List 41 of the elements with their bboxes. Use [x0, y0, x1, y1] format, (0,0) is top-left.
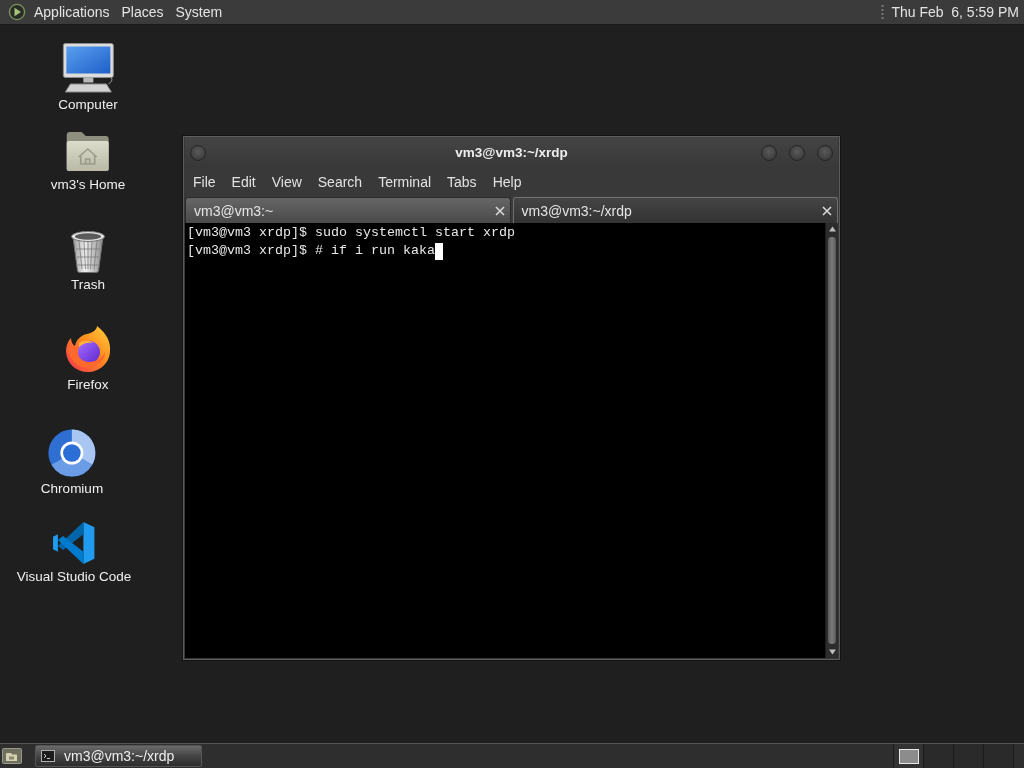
desktop-shortcut[interactable]: Computer [58, 43, 118, 113]
scrollbar[interactable] [825, 223, 838, 658]
trash-bin-icon[interactable] [69, 229, 107, 273]
tab[interactable]: vm3@vm3:~/xrdp [512, 197, 838, 223]
terminal-line: [vm3@vm3 xrdp]$ # if i run kaka [187, 242, 435, 260]
desktop-shortcut[interactable]: Visual Studio Code [16, 521, 132, 585]
panel-menu[interactable]: System [169, 1, 229, 23]
desktop-shortcut[interactable]: Firefox [64, 325, 112, 393]
taskbar-button[interactable]: vm3@vm3:~/xrdp [35, 745, 202, 767]
scroll-up-arrow-icon[interactable] [826, 224, 838, 234]
menu-item[interactable]: Tabs [439, 170, 485, 194]
window-preview-icon [898, 748, 919, 764]
home-folder-icon[interactable] [65, 129, 111, 173]
computer-icon[interactable] [61, 43, 115, 93]
workspace-button[interactable] [894, 744, 924, 768]
fox-globe-icon[interactable] [64, 325, 112, 373]
chevron-logo-icon[interactable] [52, 521, 96, 565]
menu-item[interactable]: Search [309, 170, 371, 194]
terminal-screen[interactable]: [vm3@vm3 xrdp]$ sudo systemctl start xrdp [vm3@vm3 xrdp]$ # if i run kaka [185, 223, 825, 658]
terminal-icon [41, 750, 55, 762]
panel-menu[interactable]: Applications [28, 1, 116, 23]
show-desktop-icon[interactable] [2, 747, 22, 765]
panel-menu[interactable]: Places [115, 1, 170, 23]
panel-clock[interactable]: Thu Feb 6, 5:59 PM [891, 4, 1019, 20]
scrollbar-thumb[interactable] [827, 236, 837, 645]
terminal-line: [vm3@vm3 xrdp]$ sudo systemctl start xrdp [187, 224, 515, 242]
panel-grip-icon[interactable] [881, 4, 885, 20]
menu-item[interactable]: View [263, 170, 310, 194]
close-icon[interactable] [494, 205, 505, 216]
tab[interactable]: vm3@vm3:~ [185, 197, 511, 223]
desktop-shortcut[interactable]: vm3's Home [50, 129, 126, 193]
ring-logo-icon[interactable] [48, 429, 96, 477]
play-circle-icon[interactable] [8, 3, 26, 21]
menu-item[interactable]: Terminal [370, 170, 440, 194]
menu-item[interactable]: Help [484, 170, 530, 194]
desktop-shortcut[interactable]: Chromium [40, 429, 104, 497]
window-title: vm3@vm3:~/xrdp [455, 145, 568, 160]
close-icon[interactable] [822, 205, 832, 216]
desktop-shortcut[interactable]: Trash [69, 229, 107, 293]
menu-item[interactable]: File [185, 170, 224, 194]
menu-item[interactable]: Edit [223, 170, 264, 194]
